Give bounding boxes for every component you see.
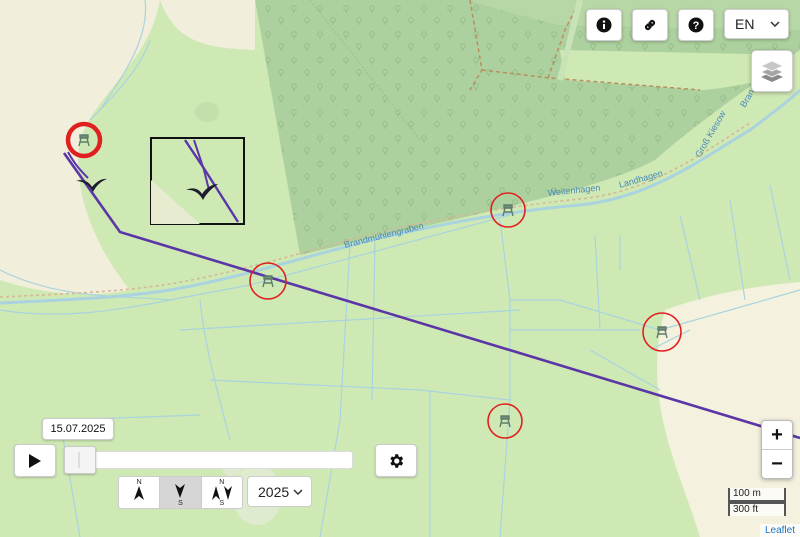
attribution-link[interactable]: Leaflet bbox=[759, 524, 800, 537]
play-button[interactable] bbox=[14, 444, 56, 477]
layers-button[interactable] bbox=[751, 50, 793, 92]
dir-letter-n: N bbox=[136, 479, 142, 486]
dir-letter-n: N bbox=[219, 479, 225, 486]
svg-text:?: ? bbox=[693, 20, 700, 32]
compass-arrow-down-icon bbox=[175, 483, 186, 498]
link-icon bbox=[644, 19, 656, 31]
dir-letter-s: S bbox=[219, 500, 225, 507]
dir-letter-s: S bbox=[178, 500, 183, 507]
scale-imperial: 300 ft bbox=[728, 502, 786, 516]
timeline-slider-handle[interactable] bbox=[64, 446, 96, 474]
direction-toggle-group: N S N S bbox=[118, 476, 243, 509]
language-value: EN bbox=[735, 16, 755, 32]
help-icon: ? bbox=[688, 17, 704, 33]
zoom-out-button[interactable]: − bbox=[762, 449, 792, 478]
zoom-in-button[interactable]: + bbox=[762, 421, 792, 449]
heading-up-button[interactable]: S bbox=[160, 477, 202, 508]
info-icon bbox=[596, 17, 612, 33]
compass-dual-icon bbox=[211, 485, 232, 500]
compass-arrow-icon bbox=[134, 485, 145, 500]
settings-button[interactable] bbox=[375, 444, 417, 477]
chevron-down-icon bbox=[293, 488, 303, 495]
date-tooltip: 15.07.2025 bbox=[42, 418, 114, 440]
zoom-control: + − bbox=[761, 420, 793, 479]
year-value: 2025 bbox=[258, 483, 290, 500]
timeline-slider-track[interactable] bbox=[64, 451, 353, 469]
chevron-down-icon bbox=[770, 21, 780, 27]
scale-bar: 100 m 300 ft bbox=[728, 488, 786, 516]
share-link-button[interactable] bbox=[632, 9, 668, 41]
play-icon bbox=[29, 453, 41, 468]
language-select[interactable]: EN bbox=[724, 9, 789, 39]
layers-icon bbox=[760, 60, 784, 82]
info-button[interactable] bbox=[586, 9, 622, 41]
gear-icon bbox=[390, 453, 404, 468]
help-button[interactable]: ? bbox=[678, 9, 714, 41]
year-select[interactable]: 2025 bbox=[247, 476, 312, 507]
map-view[interactable]: Brandmühlengraben Weitenhagen Landhagen … bbox=[0, 0, 800, 537]
scale-metric: 100 m bbox=[728, 488, 786, 502]
north-up-button[interactable]: N bbox=[119, 477, 161, 508]
dual-direction-button[interactable]: N S bbox=[202, 477, 242, 508]
